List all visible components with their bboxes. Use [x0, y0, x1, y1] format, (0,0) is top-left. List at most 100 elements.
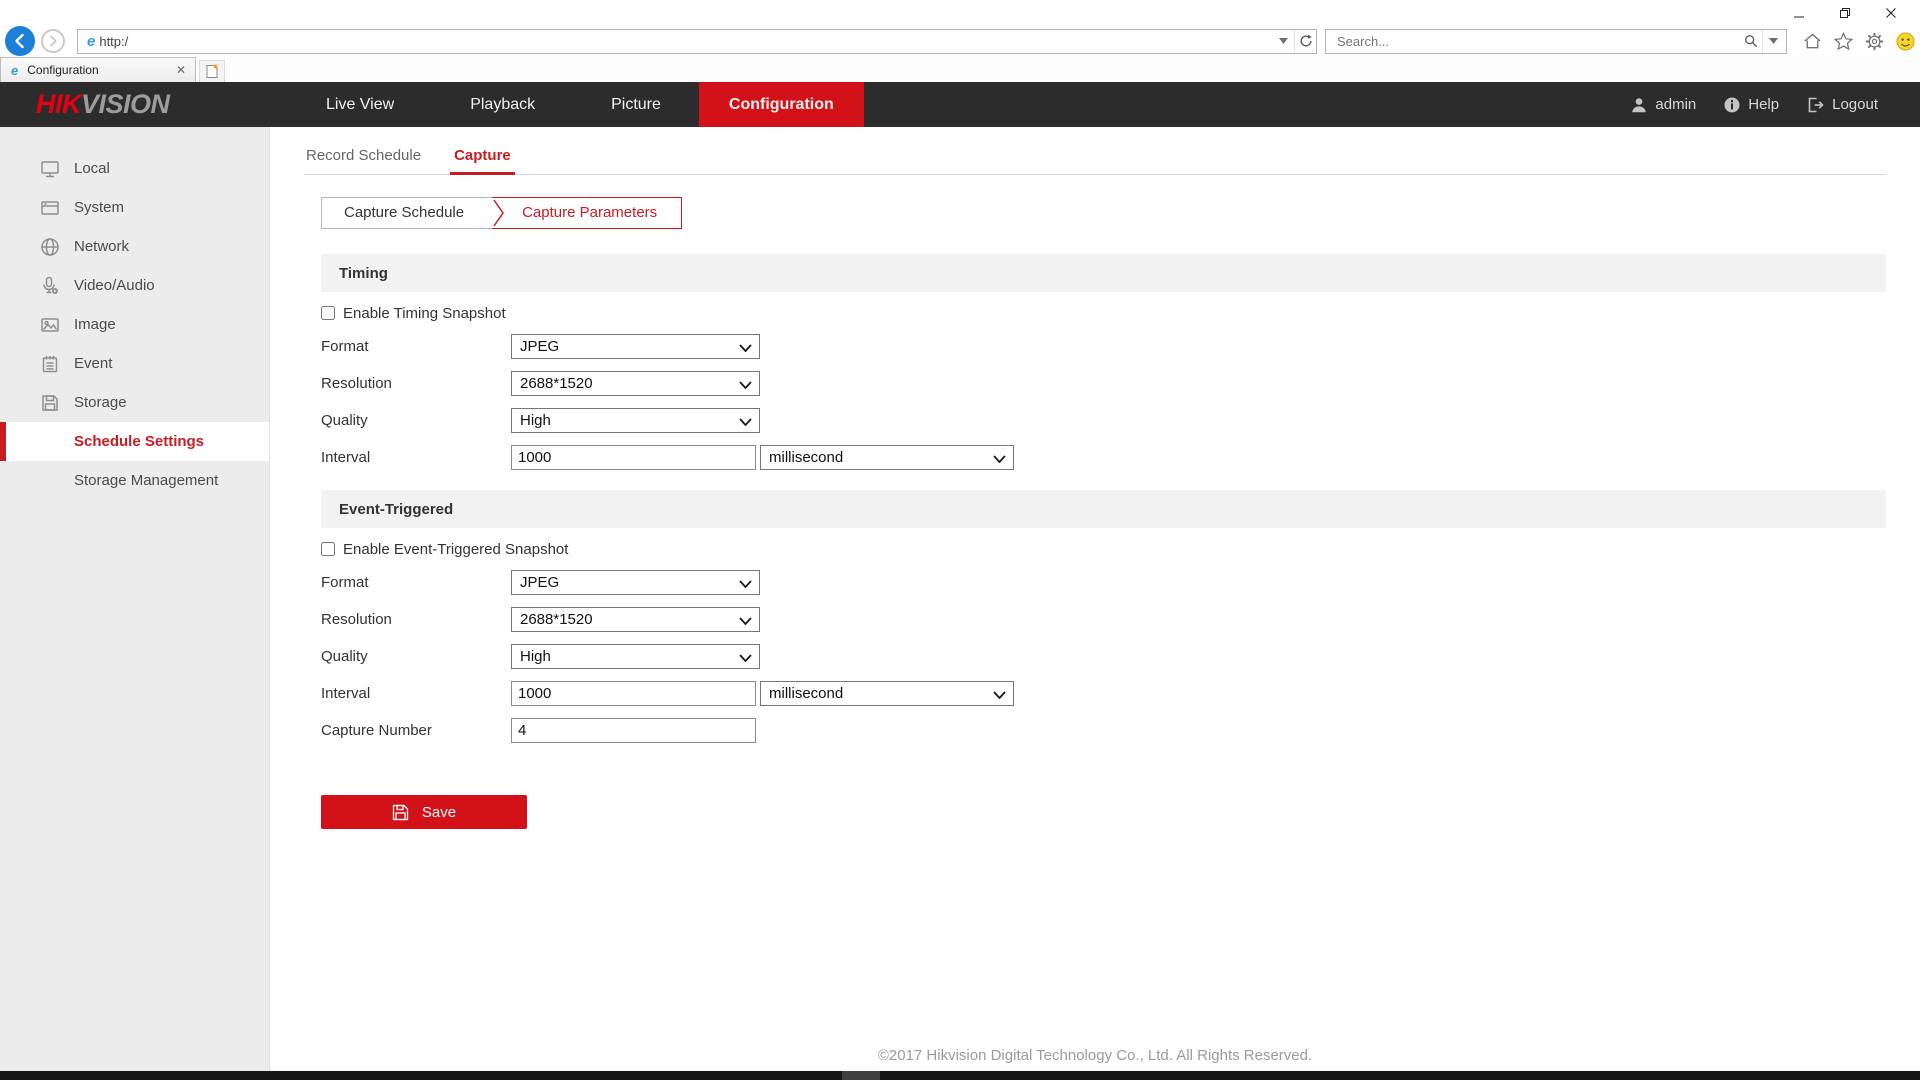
forward-button[interactable] — [41, 29, 65, 53]
sidebar-item-label: Video/Audio — [74, 277, 155, 294]
refresh-icon[interactable] — [1294, 30, 1316, 53]
nav-live-view[interactable]: Live View — [288, 82, 432, 127]
sidebar-item-label: Event — [74, 355, 112, 372]
tab-close-icon[interactable]: ✕ — [173, 63, 189, 77]
timing-quality-label: Quality — [321, 412, 511, 429]
capture-number-label: Capture Number — [321, 722, 511, 739]
timing-format-select[interactable]: JPEG — [511, 334, 760, 359]
sidebar-item-label: System — [74, 199, 124, 216]
sidebar-item-video-audio[interactable]: Video/Audio — [0, 266, 269, 305]
timing-quality-value: High — [520, 412, 551, 429]
search-magnifier-icon[interactable] — [1740, 30, 1762, 53]
picture-icon — [40, 315, 60, 335]
browser-tab-configuration[interactable]: e Configuration ✕ — [0, 57, 196, 82]
event-quality-label: Quality — [321, 648, 511, 665]
sidebar-item-storage-management[interactable]: Storage Management — [0, 461, 269, 500]
feedback-smiley-icon[interactable] — [1894, 30, 1916, 52]
notepad-icon — [40, 354, 60, 374]
window-titlebar — [0, 0, 1920, 26]
subtab-capture-schedule[interactable]: Capture Schedule — [321, 197, 492, 229]
tab-capture[interactable]: Capture — [454, 147, 511, 174]
enable-event-snapshot-checkbox[interactable] — [321, 542, 335, 556]
help-label: Help — [1748, 96, 1779, 113]
main-area: Local System Network Video/Audio Im — [0, 127, 1920, 1080]
event-format-value: JPEG — [520, 574, 559, 591]
chevron-down-icon — [739, 381, 752, 389]
search-input[interactable] — [1335, 33, 1740, 50]
address-bar[interactable]: e http:/ — [77, 29, 1317, 54]
browser-tab-title: Configuration — [27, 63, 173, 77]
event-resolution-select[interactable]: 2688*1520 — [511, 607, 760, 632]
url-text[interactable]: http:/ — [99, 34, 1272, 49]
subtab-chevron-icon — [492, 197, 508, 229]
logout-link[interactable]: Logout — [1807, 96, 1878, 113]
microphone-icon — [40, 276, 60, 296]
event-format-select[interactable]: JPEG — [511, 570, 760, 595]
timing-resolution-value: 2688*1520 — [520, 375, 593, 392]
sidebar-item-system[interactable]: System — [0, 188, 269, 227]
enable-timing-snapshot-checkbox[interactable] — [321, 306, 335, 320]
event-format-label: Format — [321, 574, 511, 591]
sidebar-item-storage[interactable]: Storage — [0, 383, 269, 422]
new-tab-button[interactable] — [199, 60, 225, 82]
timing-format-label: Format — [321, 338, 511, 355]
sidebar-item-schedule-settings[interactable]: Schedule Settings — [0, 422, 269, 461]
sidebar-item-image[interactable]: Image — [0, 305, 269, 344]
taskbar-strip — [0, 1071, 1920, 1080]
hikvision-logo: HIKVISION — [36, 89, 170, 120]
sidebar-item-local[interactable]: Local — [0, 149, 269, 188]
back-button[interactable] — [5, 26, 35, 56]
timing-resolution-select[interactable]: 2688*1520 — [511, 371, 760, 396]
forward-arrow-icon — [47, 35, 59, 47]
event-triggered-section-title: Event-Triggered — [339, 501, 453, 518]
timing-interval-unit-select[interactable]: millisecond — [760, 445, 1014, 470]
favorites-star-icon[interactable] — [1832, 30, 1854, 52]
home-icon[interactable] — [1801, 30, 1823, 52]
save-button[interactable]: Save — [321, 795, 527, 829]
window-icon — [40, 198, 60, 218]
address-dropdown-caret-icon[interactable] — [1272, 30, 1294, 53]
user-menu[interactable]: admin — [1631, 96, 1696, 113]
search-box[interactable] — [1325, 29, 1787, 54]
chevron-down-icon — [739, 344, 752, 352]
ie-page-icon: e — [83, 33, 99, 50]
subtab-capture-parameters[interactable]: Capture Parameters — [508, 197, 682, 229]
nav-playback[interactable]: Playback — [432, 82, 573, 127]
restore-button[interactable] — [1822, 0, 1868, 26]
capture-subtabs: Capture Schedule Capture Parameters — [321, 197, 682, 229]
user-icon — [1631, 97, 1647, 113]
search-dropdown-caret-icon[interactable] — [1762, 30, 1784, 53]
timing-interval-unit-value: millisecond — [769, 449, 843, 466]
help-link[interactable]: Help — [1724, 96, 1779, 113]
ie-tab-icon: e — [7, 63, 22, 78]
taskbar-notch — [842, 1071, 880, 1080]
timing-interval-input[interactable] — [511, 445, 756, 470]
user-label: admin — [1655, 96, 1696, 113]
sidebar-item-event[interactable]: Event — [0, 344, 269, 383]
event-interval-label: Interval — [321, 685, 511, 702]
app-header: HIKVISION Live View Playback Picture Con… — [0, 82, 1920, 127]
sidebar-item-label: Schedule Settings — [74, 433, 204, 450]
tab-record-schedule[interactable]: Record Schedule — [306, 147, 421, 174]
event-quality-select[interactable]: High — [511, 644, 760, 669]
enable-timing-snapshot-row: Enable Timing Snapshot — [321, 304, 1886, 322]
logout-icon — [1807, 97, 1824, 113]
event-interval-unit-select[interactable]: millisecond — [760, 681, 1014, 706]
browser-toolbar: e http:/ — [0, 26, 1920, 56]
timing-quality-select[interactable]: High — [511, 408, 760, 433]
nav-configuration[interactable]: Configuration — [699, 82, 864, 127]
event-resolution-value: 2688*1520 — [520, 611, 593, 628]
page-tabs: Record Schedule Capture — [304, 147, 1886, 175]
settings-gear-icon[interactable] — [1863, 30, 1885, 52]
capture-number-input[interactable] — [511, 718, 756, 743]
event-interval-row: Interval millisecond — [321, 681, 1886, 706]
event-quality-row: Quality High — [321, 644, 1886, 669]
chevron-down-icon — [739, 654, 752, 662]
minimize-button[interactable] — [1776, 0, 1822, 26]
event-resolution-label: Resolution — [321, 611, 511, 628]
event-interval-input[interactable] — [511, 681, 756, 706]
sidebar-item-network[interactable]: Network — [0, 227, 269, 266]
close-window-button[interactable] — [1868, 0, 1914, 26]
nav-picture[interactable]: Picture — [573, 82, 699, 127]
enable-event-snapshot-label: Enable Event-Triggered Snapshot — [343, 541, 568, 558]
